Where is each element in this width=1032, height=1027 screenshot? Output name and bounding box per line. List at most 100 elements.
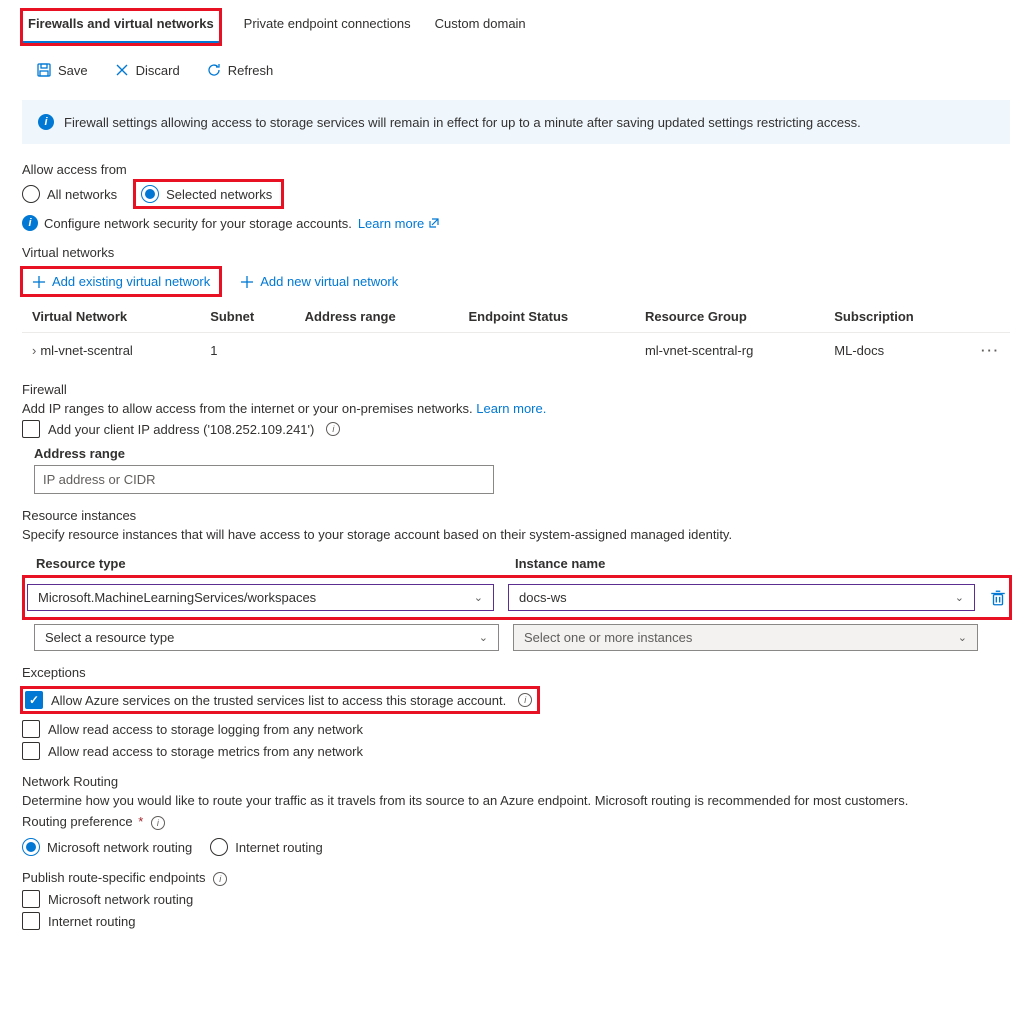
toolbar: Save Discard Refresh [0,44,1032,90]
col-sub: Subscription [824,301,971,333]
info-icon[interactable]: i [518,693,532,707]
tab-custom-domain[interactable]: Custom domain [435,10,526,44]
access-radio-row: All networks Selected networks [22,181,1010,207]
exception-metrics-row[interactable]: Allow read access to storage metrics fro… [22,742,1010,760]
required-asterisk: * [138,814,143,829]
resource-type-dropdown-empty[interactable]: Select a resource type ⌄ [34,624,499,651]
radio-circle-icon [141,185,159,203]
add-new-label: Add new virtual network [260,274,398,289]
access-helper-text: Configure network security for your stor… [44,216,352,231]
resource-instances-section: Resource instances Specify resource inst… [0,508,1032,651]
chevron-down-icon: ⌄ [474,591,483,604]
checkbox-icon[interactable] [25,691,43,709]
radio-circle-icon [22,838,40,856]
row-menu-icon[interactable]: ··· [981,343,1000,358]
checkbox-icon[interactable] [22,890,40,908]
checkbox-icon[interactable] [22,742,40,760]
exceptions-title: Exceptions [22,665,1010,680]
exception-trusted-row[interactable]: Allow Azure services on the trusted serv… [22,688,538,712]
instance-name-dropdown-empty[interactable]: Select one or more instances ⌄ [513,624,978,651]
learn-more-link[interactable]: Learn more [358,216,440,231]
vnets-title: Virtual networks [22,245,1010,260]
info-icon[interactable]: i [213,872,227,886]
row-vnet: ml-vnet-scentral [40,343,132,358]
vnets-section: Virtual networks Add existing virtual ne… [0,245,1032,368]
col-endpoint: Endpoint Status [458,301,635,333]
radio-all-label: All networks [47,187,117,202]
add-client-ip-row[interactable]: Add your client IP address ('108.252.109… [22,420,1010,438]
info-icon[interactable]: i [326,422,340,436]
exception-logging-row[interactable]: Allow read access to storage logging fro… [22,720,1010,738]
discard-label: Discard [136,63,180,78]
access-helper: i Configure network security for your st… [22,215,1010,231]
firewall-desc: Add IP ranges to allow access from the i… [22,401,1010,416]
plus-icon [240,275,254,289]
external-link-icon [428,217,440,229]
chevron-down-icon: ⌄ [479,631,488,644]
firewall-title: Firewall [22,382,1010,397]
address-range-input[interactable] [34,465,494,494]
radio-microsoft-routing[interactable]: Microsoft network routing [22,834,200,860]
routing-section: Network Routing Determine how you would … [0,774,1032,930]
vnet-actions: Add existing virtual network Add new vir… [22,268,1010,295]
table-row[interactable]: ›ml-vnet-scentral 1 ml-vnet-scentral-rg … [22,333,1010,369]
radio-all-networks[interactable]: All networks [22,181,125,207]
instance-name-value: docs-ws [519,590,567,605]
col-vnet: Virtual Network [22,301,200,333]
resource-type-dropdown[interactable]: Microsoft.MachineLearningServices/worksp… [27,584,494,611]
resource-headers: Resource type Instance name [22,550,1010,577]
checkbox-icon[interactable] [22,720,40,738]
resource-type-placeholder: Select a resource type [45,630,174,645]
refresh-label: Refresh [228,63,274,78]
chevron-right-icon[interactable]: › [32,343,36,358]
col-subnet: Subnet [200,301,294,333]
save-label: Save [58,63,88,78]
tab-firewalls[interactable]: Firewalls and virtual networks [22,10,220,44]
firewall-learn-more-link[interactable]: Learn more. [476,401,546,416]
info-icon[interactable]: i [151,816,165,830]
info-banner: i Firewall settings allowing access to s… [22,100,1010,144]
publish-label: Publish route-specific endpoints [22,870,206,885]
checkbox-icon[interactable] [22,420,40,438]
info-banner-text: Firewall settings allowing access to sto… [64,115,861,130]
row-endpoint [458,333,635,369]
radio-selected-networks[interactable]: Selected networks [135,181,282,207]
col-range: Address range [295,301,459,333]
resource-instances-title: Resource instances [22,508,1010,523]
discard-icon [114,62,130,78]
info-icon: i [22,215,38,231]
row-range [295,333,459,369]
tabs: Firewalls and virtual networks Private e… [0,0,1032,44]
tab-private-endpoints[interactable]: Private endpoint connections [244,10,411,44]
row-rg: ml-vnet-scentral-rg [635,333,824,369]
resource-type-value: Microsoft.MachineLearningServices/worksp… [38,590,316,605]
radio-selected-label: Selected networks [166,187,272,202]
firewall-section: Firewall Add IP ranges to allow access f… [0,382,1032,494]
add-new-vnet-button[interactable]: Add new virtual network [230,268,408,295]
routing-title: Network Routing [22,774,1010,789]
add-existing-label: Add existing virtual network [52,274,210,289]
refresh-button[interactable]: Refresh [200,58,280,82]
add-existing-vnet-button[interactable]: Add existing virtual network [22,268,220,295]
col-resource-type: Resource type [34,550,499,577]
checkbox-icon[interactable] [22,912,40,930]
chevron-down-icon: ⌄ [958,631,967,644]
routing-desc: Determine how you would like to route yo… [22,793,1010,808]
save-button[interactable]: Save [30,58,94,82]
info-icon: i [38,114,54,130]
plus-icon [32,275,46,289]
exception-logging-label: Allow read access to storage logging fro… [48,722,363,737]
trash-icon[interactable] [989,589,1007,607]
resource-row-empty: Select a resource type ⌄ Select one or m… [22,624,1010,651]
publish-internet-row[interactable]: Internet routing [22,912,1010,930]
radio-circle-icon [210,838,228,856]
discard-button[interactable]: Discard [108,58,186,82]
exceptions-section: Exceptions Allow Azure services on the t… [0,665,1032,760]
routing-pref-row: Microsoft network routing Internet routi… [22,834,1010,860]
exception-metrics-label: Allow read access to storage metrics fro… [48,744,363,759]
instance-name-dropdown[interactable]: docs-ws ⌄ [508,584,975,611]
radio-internet-routing[interactable]: Internet routing [210,834,330,860]
publish-ms-row[interactable]: Microsoft network routing [22,890,1010,908]
refresh-icon [206,62,222,78]
chevron-down-icon: ⌄ [955,591,964,604]
